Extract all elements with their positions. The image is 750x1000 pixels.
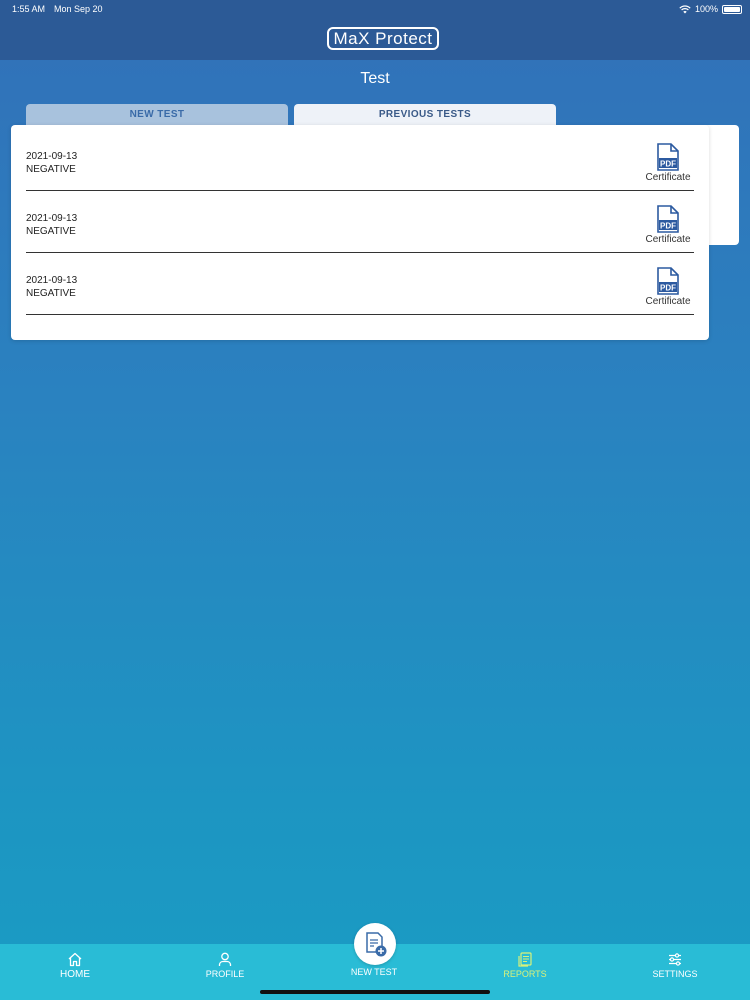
test-date: 2021-09-13 [26,275,78,286]
test-row: 2021-09-13 NEGATIVE PDF Certificate [26,253,694,315]
page-title: Test [360,70,390,87]
pdf-icon: PDF [657,205,679,233]
status-time: 1:55 AM [12,4,46,14]
certificate-button[interactable]: PDF Certificate [642,205,694,247]
status-bar: 1:55 AM Mon Sep 20 100% [0,0,750,18]
person-icon [218,952,232,966]
test-date: 2021-09-13 [26,151,78,162]
nav-home-label: HOME [60,969,90,980]
svg-text:PDF: PDF [660,283,676,292]
new-test-button[interactable] [354,923,396,965]
test-list-card: 2021-09-13 NEGATIVE PDF Certificate 2021… [11,125,709,340]
svg-text:PDF: PDF [660,159,676,168]
new-test-label: NEW TEST [350,967,398,977]
test-row: 2021-09-13 NEGATIVE PDF Certificate [26,191,694,253]
document-add-icon [366,932,387,957]
home-icon [68,952,82,967]
certificate-label: Certificate [645,172,691,183]
nav-profile-label: PROFILE [205,969,245,979]
test-result: NEGATIVE [26,164,76,175]
status-right: 100% [679,0,742,18]
home-indicator [260,990,490,994]
test-result: NEGATIVE [26,288,76,299]
wifi-icon [679,4,691,13]
app-logo: MaX Protect [327,27,439,50]
test-row: 2021-09-13 NEGATIVE PDF Certificate [26,129,694,191]
battery-percent: 100% [694,4,718,14]
test-date: 2021-09-13 [26,213,78,224]
status-date: Mon Sep 20 [54,4,103,14]
battery-icon [722,4,742,14]
nav-home[interactable]: HOME [35,952,115,980]
certificate-label: Certificate [645,234,691,245]
nav-reports-label: REPORTS [503,969,547,979]
nav-settings[interactable]: SETTINGS [635,952,715,979]
sliders-icon [669,953,681,966]
reports-icon [518,952,532,967]
svg-text:PDF: PDF [660,221,676,230]
certificate-label: Certificate [645,296,691,307]
pdf-icon: PDF [657,143,679,171]
nav-profile[interactable]: PROFILE [185,952,265,979]
nav-reports[interactable]: REPORTS [485,952,565,979]
nav-settings-label: SETTINGS [652,969,698,979]
certificate-button[interactable]: PDF Certificate [642,143,694,185]
pdf-icon: PDF [657,267,679,295]
certificate-button[interactable]: PDF Certificate [642,267,694,309]
test-result: NEGATIVE [26,226,76,237]
